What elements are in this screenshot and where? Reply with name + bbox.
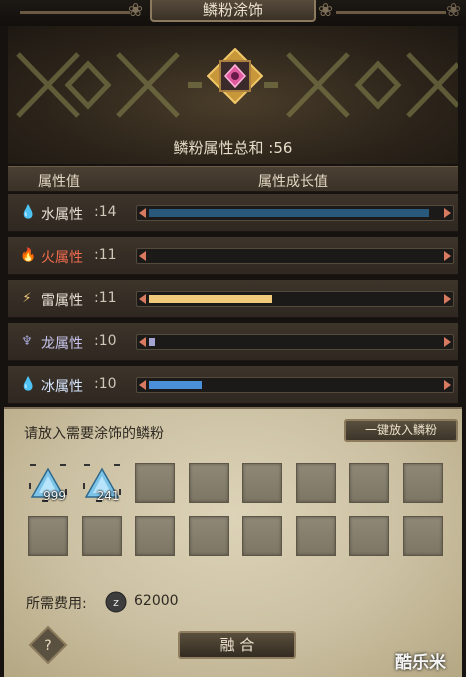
- scale-slot-empty[interactable]: [135, 516, 175, 556]
- growth-bar: [136, 205, 454, 221]
- scale-slot-empty[interactable]: [349, 463, 389, 503]
- hero-banner: 鳞粉属性总和 :56: [8, 26, 458, 164]
- window-title: 鳞粉涂饰: [150, 0, 316, 22]
- scale-slot-empty[interactable]: [28, 516, 68, 556]
- attribute-label: 水属性: [41, 207, 83, 223]
- scale-total-label: 鳞粉属性总和 :56: [173, 139, 293, 157]
- attribute-table-header: 属性值 属性成长值: [8, 166, 458, 192]
- attribute-value: :10: [94, 376, 117, 392]
- scale-slot-empty[interactable]: [295, 463, 336, 503]
- bar-right-arrow-icon: [444, 208, 451, 218]
- help-icon[interactable]: ?: [28, 625, 68, 665]
- bar-right-arrow-icon: [444, 251, 451, 261]
- corner-swirl-icon: ❀: [446, 0, 462, 21]
- fuse-button[interactable]: 融 合: [178, 631, 296, 659]
- scale-slot-empty[interactable]: [242, 516, 282, 556]
- bar-right-arrow-icon: [444, 294, 451, 304]
- scale-slot-empty[interactable]: [295, 516, 336, 556]
- growth-bar-fill: [149, 338, 155, 346]
- attribute-value: :11: [94, 290, 117, 306]
- scale-slot-empty[interactable]: [402, 516, 443, 556]
- attribute-row: 🔥 火属性 :11: [8, 237, 458, 275]
- water-drop-icon: 💧: [20, 205, 37, 220]
- bar-left-arrow-icon: [139, 294, 146, 304]
- scale-slot-empty[interactable]: [188, 463, 229, 503]
- growth-bar: [136, 377, 454, 393]
- zenny-coin-icon: z: [105, 591, 127, 613]
- header-growth: 属性成长值: [258, 174, 328, 190]
- ice-icon: 💧: [20, 377, 37, 392]
- attribute-value: :14: [94, 204, 117, 220]
- scale-input-panel: 请放入需要涂饰的鳞粉 一键放入鳞粉 999 241 所需费用: z 62000 ?…: [4, 407, 462, 677]
- scale-slot-empty[interactable]: [135, 463, 175, 503]
- scale-slot-empty[interactable]: [81, 516, 122, 556]
- bar-left-arrow-icon: [139, 380, 146, 390]
- thunder-icon: ⚡: [22, 291, 32, 306]
- bar-left-arrow-icon: [139, 251, 146, 261]
- watermark-text: 酷乐米: [395, 653, 446, 673]
- svg-text:z: z: [113, 596, 119, 609]
- bar-right-arrow-icon: [444, 380, 451, 390]
- attribute-label: 龙属性: [41, 336, 83, 352]
- bar-right-arrow-icon: [444, 337, 451, 347]
- fire-icon: 🔥: [20, 248, 37, 263]
- scale-slot-empty[interactable]: [402, 463, 443, 503]
- scale-slot-filled[interactable]: 241: [82, 463, 122, 503]
- attribute-label: 火属性: [41, 250, 83, 266]
- title-bar: ❀ ❀ ❀ 鳞粉涂饰: [0, 0, 466, 26]
- scale-slot-empty[interactable]: [349, 516, 389, 556]
- header-attribute: 属性值: [38, 174, 80, 190]
- svg-text:?: ?: [44, 638, 51, 654]
- growth-bar-fill: [149, 295, 272, 303]
- title-ornament-left: [20, 11, 130, 14]
- growth-bar: [136, 291, 454, 307]
- attribute-value: :10: [94, 333, 117, 349]
- cost-value: 62000: [134, 593, 179, 609]
- scale-slot-filled[interactable]: 999: [28, 463, 68, 503]
- insert-prompt: 请放入需要涂饰的鳞粉: [24, 426, 164, 442]
- growth-bar-fill: [149, 209, 430, 217]
- attribute-value: :11: [94, 247, 117, 263]
- attribute-row: 💧 水属性 :14: [8, 194, 458, 232]
- dragon-icon: ♆: [21, 334, 33, 349]
- growth-bar-fill: [149, 381, 202, 389]
- title-ornament-right: [336, 11, 446, 14]
- slot-count: 999: [43, 489, 66, 503]
- scale-emblem-icon: [207, 48, 263, 104]
- attribute-row: 💧 冰属性 :10: [8, 366, 458, 404]
- swirl-right-icon: ❀: [318, 0, 334, 21]
- bar-left-arrow-icon: [139, 337, 146, 347]
- attribute-label: 雷属性: [41, 293, 83, 309]
- scale-slot-empty[interactable]: [188, 516, 229, 556]
- growth-bar: [136, 248, 454, 264]
- attribute-label: 冰属性: [41, 379, 83, 395]
- auto-insert-button[interactable]: 一键放入鳞粉: [344, 419, 458, 442]
- cost-label: 所需费用:: [26, 596, 87, 612]
- slot-count: 241: [96, 489, 120, 503]
- growth-bar: [136, 334, 454, 350]
- scale-slot-empty[interactable]: [242, 463, 282, 503]
- swirl-left-icon: ❀: [128, 0, 144, 21]
- attribute-row: ⚡ 雷属性 :11: [8, 280, 458, 318]
- bar-left-arrow-icon: [139, 208, 146, 218]
- attribute-row: ♆ 龙属性 :10: [8, 323, 458, 361]
